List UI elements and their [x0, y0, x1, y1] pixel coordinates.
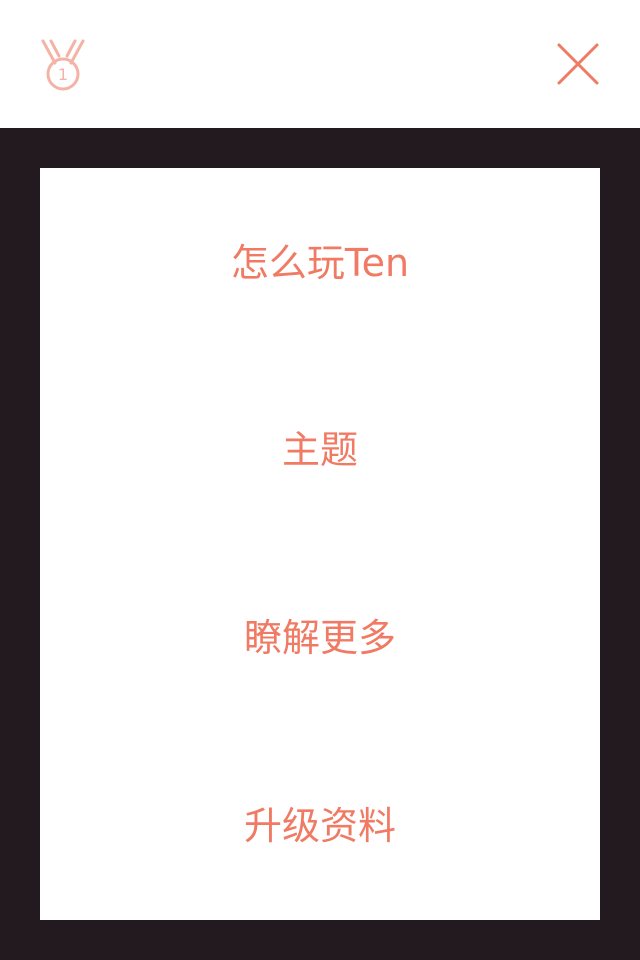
medal-button[interactable]: 1: [40, 38, 86, 92]
menu-item-themes[interactable]: 主题: [40, 410, 600, 490]
medal-rank-number: 1: [58, 65, 68, 84]
menu-item-upgrade-info[interactable]: 升级资料: [40, 786, 600, 866]
close-icon: [557, 43, 599, 85]
menu-item-how-to-play[interactable]: 怎么玩Ten: [40, 223, 600, 303]
medal-icon: 1: [41, 39, 85, 91]
menu-panel: 怎么玩Ten 主题 瞭解更多 升级资料: [40, 168, 600, 920]
top-bar: 1: [0, 0, 640, 128]
close-button[interactable]: [556, 42, 600, 86]
menu-item-learn-more[interactable]: 瞭解更多: [40, 598, 600, 678]
